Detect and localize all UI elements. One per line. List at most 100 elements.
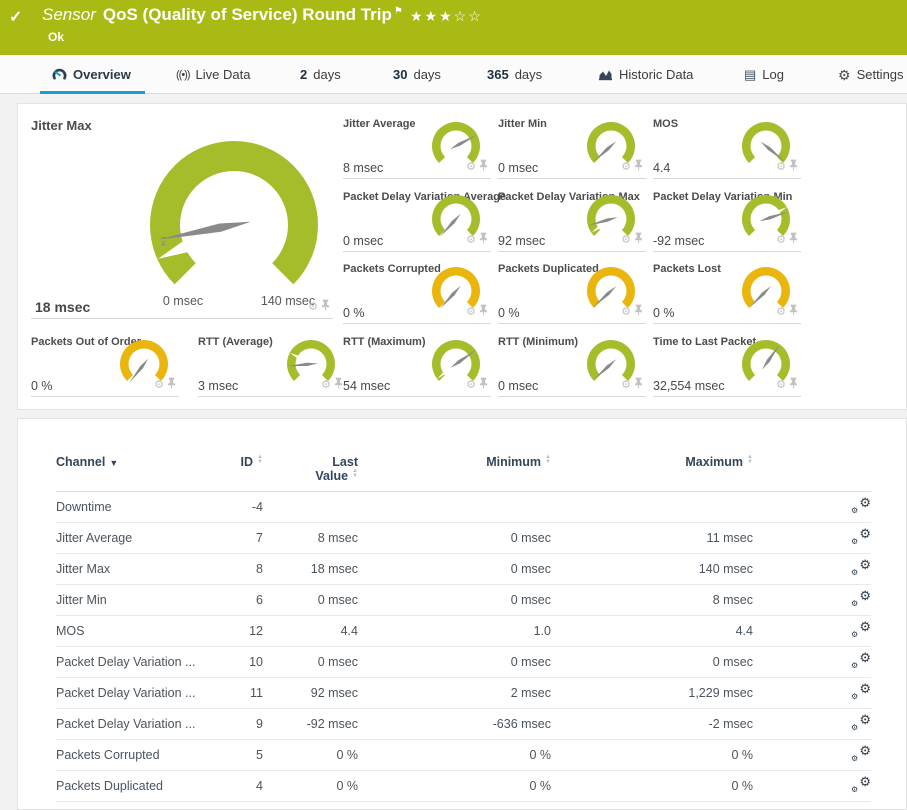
gauge-pin-icon[interactable]: [789, 158, 798, 176]
gauge-cell-rtt-minimum-[interactable]: RTT (Minimum)0 msec⚙: [498, 336, 646, 397]
gauge-pin-icon[interactable]: [634, 231, 643, 249]
channel-settings-icon[interactable]: ⚙⚙: [851, 529, 871, 545]
tab-365-days[interactable]: 365days: [487, 55, 542, 94]
tab-live-data[interactable]: ((•)) Live Data: [176, 55, 250, 94]
gauge-gear-icon[interactable]: ⚙: [776, 235, 786, 246]
gauge-cell-packets-out-of-order[interactable]: Packets Out of Order0 %⚙: [31, 336, 179, 397]
gauge-value: 0 msec: [343, 234, 383, 248]
gauge-pin-icon[interactable]: [634, 376, 643, 394]
gauge-gear-icon[interactable]: ⚙: [621, 162, 631, 173]
channel-settings-icon[interactable]: ⚙⚙: [851, 653, 871, 669]
gauge-cell-jitter-average[interactable]: Jitter Average8 msec⚙: [343, 118, 491, 179]
gauge-title: RTT (Maximum): [343, 336, 426, 348]
tab-historic-data[interactable]: Historic Data: [598, 55, 693, 94]
tab-2-days[interactable]: 2days: [300, 55, 341, 94]
gauge-pin-icon[interactable]: [334, 376, 343, 394]
gauge-gear-icon[interactable]: ⚙: [466, 162, 476, 173]
value-cell: 0 %: [263, 740, 358, 771]
table-row: Packet Delay Variation ...1192 msec2 mse…: [56, 678, 871, 709]
value-cell: 0 msec: [263, 585, 358, 616]
channel-name-cell: Packets Duplicated: [56, 771, 201, 802]
channel-settings-icon[interactable]: ⚙⚙: [851, 715, 871, 731]
gauge-pin-icon[interactable]: [479, 376, 488, 394]
gauge-cell-rtt-maximum-[interactable]: RTT (Maximum)54 msec⚙: [343, 336, 491, 397]
gauge-cell-packets-corrupted[interactable]: Packets Corrupted0 %⚙: [343, 263, 491, 324]
gauge-cell-packet-delay-variation-max[interactable]: Packet Delay Variation Max92 msec⚙: [498, 191, 646, 252]
gauge-cell-packets-lost[interactable]: Packets Lost0 %⚙: [653, 263, 801, 324]
gauge-pin-icon[interactable]: [167, 376, 176, 394]
channel-actions-cell: ⚙⚙: [753, 585, 871, 616]
channel-name-cell: Packet Delay Variation ...: [56, 709, 201, 740]
channel-table-body: Downtime-4⚙⚙Jitter Average78 msec0 msec1…: [56, 492, 871, 802]
gauge-gear-icon[interactable]: ⚙: [776, 162, 786, 173]
gauge-cell-packets-duplicated[interactable]: Packets Duplicated0 %⚙: [498, 263, 646, 324]
channel-name-cell: MOS: [56, 616, 201, 647]
channel-table: Channel▼ID▲▼LastValue▲▼Minimum▲▼Maximum▲…: [56, 445, 871, 802]
value-cell: 12: [201, 616, 263, 647]
gauge-pin-icon[interactable]: [789, 231, 798, 249]
flag-icon[interactable]: ⚑: [394, 6, 403, 17]
gauge-cell-jitter-max[interactable]: Jitter Maxx0 msec140 msec18 msec⚙: [31, 118, 333, 319]
gauge-cell-packet-delay-variation-min[interactable]: Packet Delay Variation Min-92 msec⚙: [653, 191, 801, 252]
value-cell: 8 msec: [551, 585, 753, 616]
gauge-gear-icon[interactable]: ⚙: [466, 235, 476, 246]
gauge-gear-icon[interactable]: ⚙: [776, 380, 786, 391]
page-title: QoS (Quality of Service) Round Trip: [103, 5, 392, 24]
tab-log[interactable]: ▤Log: [744, 55, 784, 94]
channel-settings-icon[interactable]: ⚙⚙: [851, 591, 871, 607]
channel-actions-cell: ⚙⚙: [753, 616, 871, 647]
gauge-pin-icon[interactable]: [789, 376, 798, 394]
gauge-pin-icon[interactable]: [479, 303, 488, 321]
tab-number: 365: [487, 67, 509, 82]
channel-settings-icon[interactable]: ⚙⚙: [851, 746, 871, 762]
gauge-value: 0 %: [653, 306, 675, 320]
column-header-minimum[interactable]: Minimum▲▼: [358, 445, 551, 492]
tab-label: Live Data: [196, 67, 251, 82]
gauge-gear-icon[interactable]: ⚙: [776, 307, 786, 318]
gauge-gear-icon[interactable]: ⚙: [308, 302, 318, 313]
gauge-pin-icon[interactable]: [789, 303, 798, 321]
tab-overview[interactable]: Overview: [52, 55, 131, 94]
column-label: Value: [315, 469, 348, 483]
gauge-cell-jitter-min[interactable]: Jitter Min0 msec⚙: [498, 118, 646, 179]
gauge-gear-icon[interactable]: ⚙: [466, 307, 476, 318]
value-cell: 0 %: [358, 771, 551, 802]
gauge-cell-actions: ⚙: [466, 376, 488, 394]
average-marker: x: [161, 238, 166, 249]
gauge-pin-icon[interactable]: [479, 158, 488, 176]
gauge-gear-icon[interactable]: ⚙: [621, 307, 631, 318]
value-cell: 0 msec: [358, 554, 551, 585]
tab-settings[interactable]: ⚙Settings: [838, 55, 904, 94]
gauge-pin-icon[interactable]: [634, 158, 643, 176]
channel-settings-icon[interactable]: ⚙⚙: [851, 622, 871, 638]
column-label: Channel: [56, 455, 105, 469]
gauge-gear-icon[interactable]: ⚙: [321, 380, 331, 391]
gauge-cell-packet-delay-variation-average[interactable]: Packet Delay Variation Average0 msec⚙: [343, 191, 491, 252]
gauge-pin-icon[interactable]: [479, 231, 488, 249]
gauge-gear-icon[interactable]: ⚙: [154, 380, 164, 391]
column-header-channel[interactable]: Channel▼: [56, 445, 201, 492]
channel-name-cell: Packets Corrupted: [56, 740, 201, 771]
gauge-cell-mos[interactable]: MOS4.4⚙: [653, 118, 801, 179]
live-icon: ((•)): [176, 69, 190, 81]
channel-settings-icon[interactable]: ⚙⚙: [851, 777, 871, 793]
column-header-last-value[interactable]: LastValue▲▼: [263, 445, 358, 492]
gauge-gear-icon[interactable]: ⚙: [621, 235, 631, 246]
gauge-cell-time-to-last-packet[interactable]: Time to Last Packet32,554 msec⚙: [653, 336, 801, 397]
value-cell: 0 %: [358, 740, 551, 771]
column-header-id[interactable]: ID▲▼: [201, 445, 263, 492]
tab-30-days[interactable]: 30days: [393, 55, 441, 94]
gauge-pin-icon[interactable]: [634, 303, 643, 321]
gauge-gear-icon[interactable]: ⚙: [621, 380, 631, 391]
gauge-cell-rtt-average-[interactable]: RTT (Average)3 msec⚙: [198, 336, 346, 397]
channel-settings-icon[interactable]: ⚙⚙: [851, 560, 871, 576]
channel-settings-icon[interactable]: ⚙⚙: [851, 498, 871, 514]
table-row: Packets Duplicated40 %0 %0 %⚙⚙: [56, 771, 871, 802]
value-cell: 2 msec: [358, 678, 551, 709]
column-header-maximum[interactable]: Maximum▲▼: [551, 445, 753, 492]
gauge-pin-icon[interactable]: [321, 298, 330, 316]
priority-stars[interactable]: ★★★☆☆: [410, 8, 483, 25]
gauge-gear-icon[interactable]: ⚙: [466, 380, 476, 391]
column-label: Minimum: [486, 455, 541, 469]
channel-settings-icon[interactable]: ⚙⚙: [851, 684, 871, 700]
